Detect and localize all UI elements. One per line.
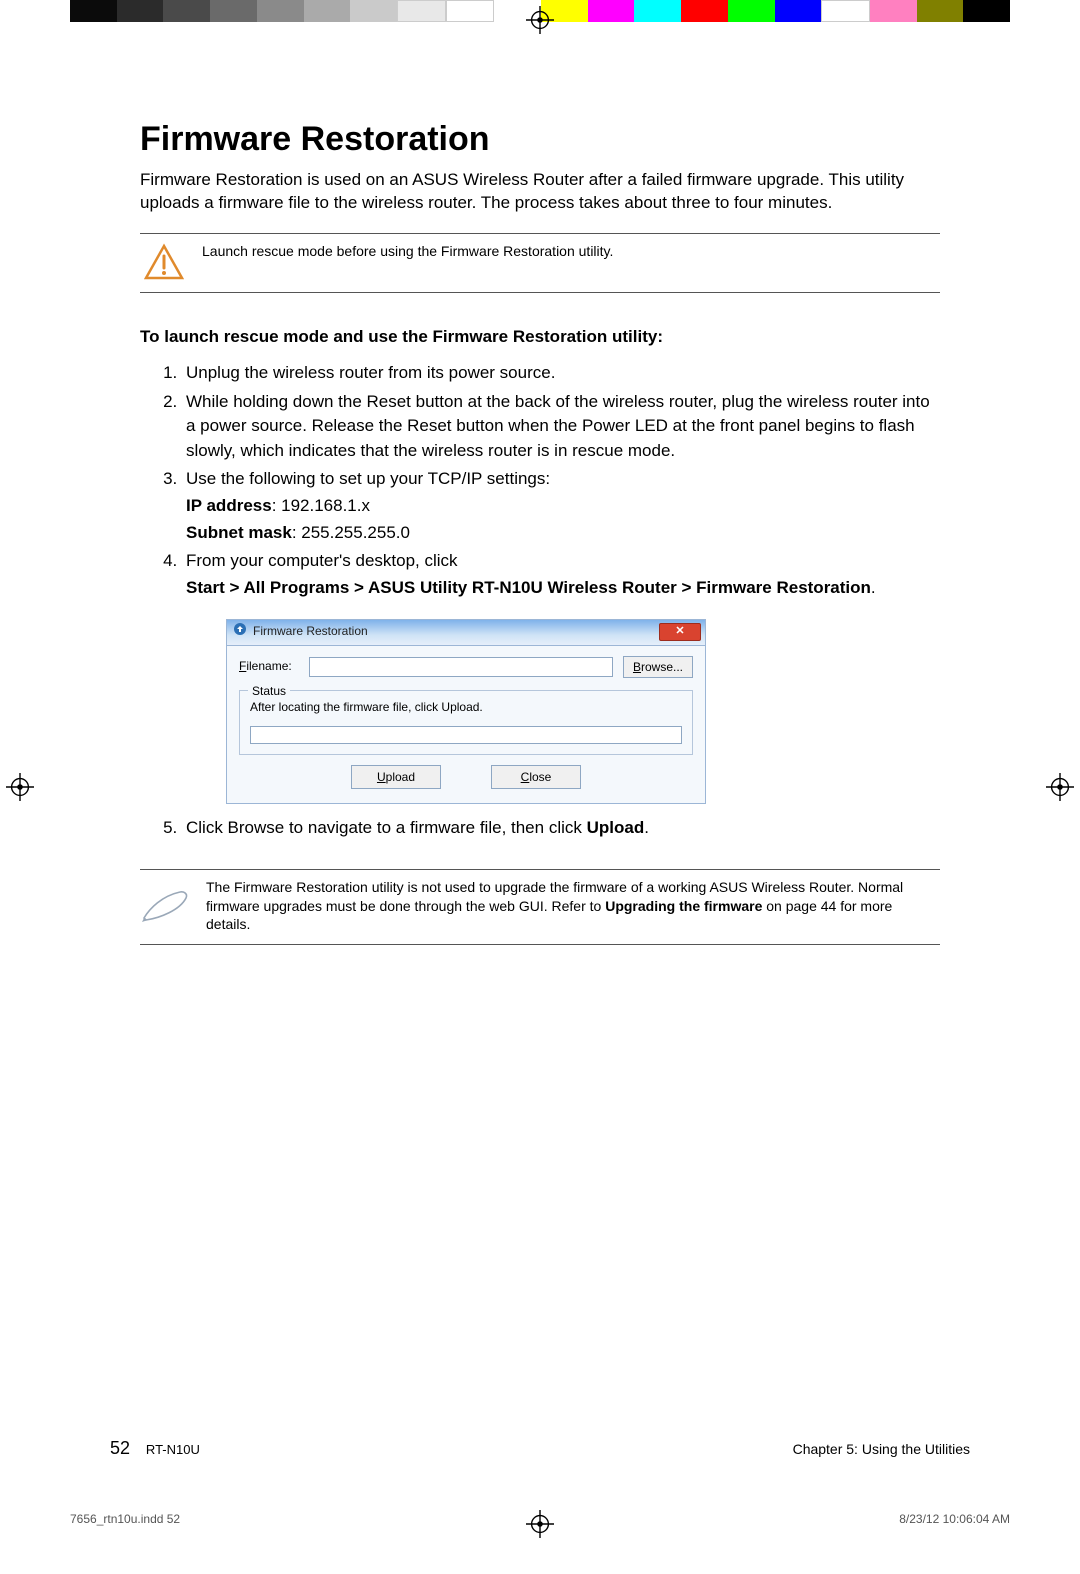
- ip-address-value: : 192.168.1.x: [272, 496, 370, 515]
- dialog-title: Firmware Restoration: [253, 623, 368, 640]
- upload-button[interactable]: Upload: [351, 765, 441, 789]
- slug-file: 7656_rtn10u.indd 52: [70, 1512, 180, 1526]
- warning-icon: [140, 242, 188, 282]
- app-icon: [233, 622, 247, 641]
- note-text: The Firmware Restoration utility is not …: [206, 878, 940, 935]
- firmware-restoration-dialog: Firmware Restoration ✕ Filename: Browse.…: [226, 619, 706, 804]
- model-id: RT-N10U: [146, 1442, 200, 1457]
- pen-icon: [140, 888, 192, 924]
- step-3-text: Use the following to set up your TCP/IP …: [186, 469, 550, 488]
- step-1: Unplug the wireless router from its powe…: [182, 361, 940, 386]
- filename-input[interactable]: [309, 657, 613, 677]
- dialog-titlebar: Firmware Restoration ✕: [227, 620, 705, 646]
- registration-mark-icon: [6, 773, 34, 801]
- step-5-text: Click Browse to navigate to a firmware f…: [186, 818, 587, 837]
- subnet-mask-label: Subnet mask: [186, 523, 292, 542]
- menu-path: Start > All Programs > ASUS Utility RT-N…: [186, 578, 871, 597]
- step-4: From your computer's desktop, click Star…: [182, 549, 940, 804]
- intro-paragraph: Firmware Restoration is used on an ASUS …: [140, 169, 940, 215]
- status-text: After locating the firmware file, click …: [250, 699, 682, 716]
- procedure-list: Unplug the wireless router from its powe…: [140, 361, 940, 841]
- slug-timestamp: 8/23/12 10:06:04 AM: [899, 1512, 1010, 1526]
- procedure-subhead: To launch rescue mode and use the Firmwa…: [140, 327, 940, 347]
- filename-label: Filename:: [239, 658, 299, 675]
- browse-button[interactable]: Browse...: [623, 656, 693, 678]
- chapter-label: Chapter 5: Using the Utilities: [793, 1441, 970, 1457]
- page-heading: Firmware Restoration: [140, 120, 940, 159]
- subnet-mask-value: : 255.255.255.0: [292, 523, 410, 542]
- note-not-for-upgrade: The Firmware Restoration utility is not …: [140, 869, 940, 946]
- step-3: Use the following to set up your TCP/IP …: [182, 467, 940, 545]
- note-text: Launch rescue mode before using the Firm…: [202, 242, 613, 261]
- registration-mark-icon: [1046, 773, 1074, 801]
- note-launch-rescue: Launch rescue mode before using the Firm…: [140, 233, 940, 293]
- step-4-text: From your computer's desktop, click: [186, 551, 458, 570]
- close-button[interactable]: ✕: [659, 623, 701, 641]
- indd-slug: 7656_rtn10u.indd 52 8/23/12 10:06:04 AM: [70, 1512, 1010, 1526]
- status-group: Status After locating the firmware file,…: [239, 690, 693, 755]
- page-number: 52: [110, 1438, 130, 1458]
- step-2: While holding down the Reset button at t…: [182, 390, 940, 464]
- progress-bar: [250, 726, 682, 744]
- upload-word: Upload: [587, 818, 645, 837]
- step-5: Click Browse to navigate to a firmware f…: [182, 816, 940, 841]
- close-dialog-button[interactable]: Close: [491, 765, 581, 789]
- ip-address-label: IP address: [186, 496, 272, 515]
- registration-mark-icon: [526, 6, 554, 34]
- status-legend: Status: [248, 683, 290, 700]
- page-footer: 52 RT-N10U Chapter 5: Using the Utilitie…: [110, 1438, 970, 1459]
